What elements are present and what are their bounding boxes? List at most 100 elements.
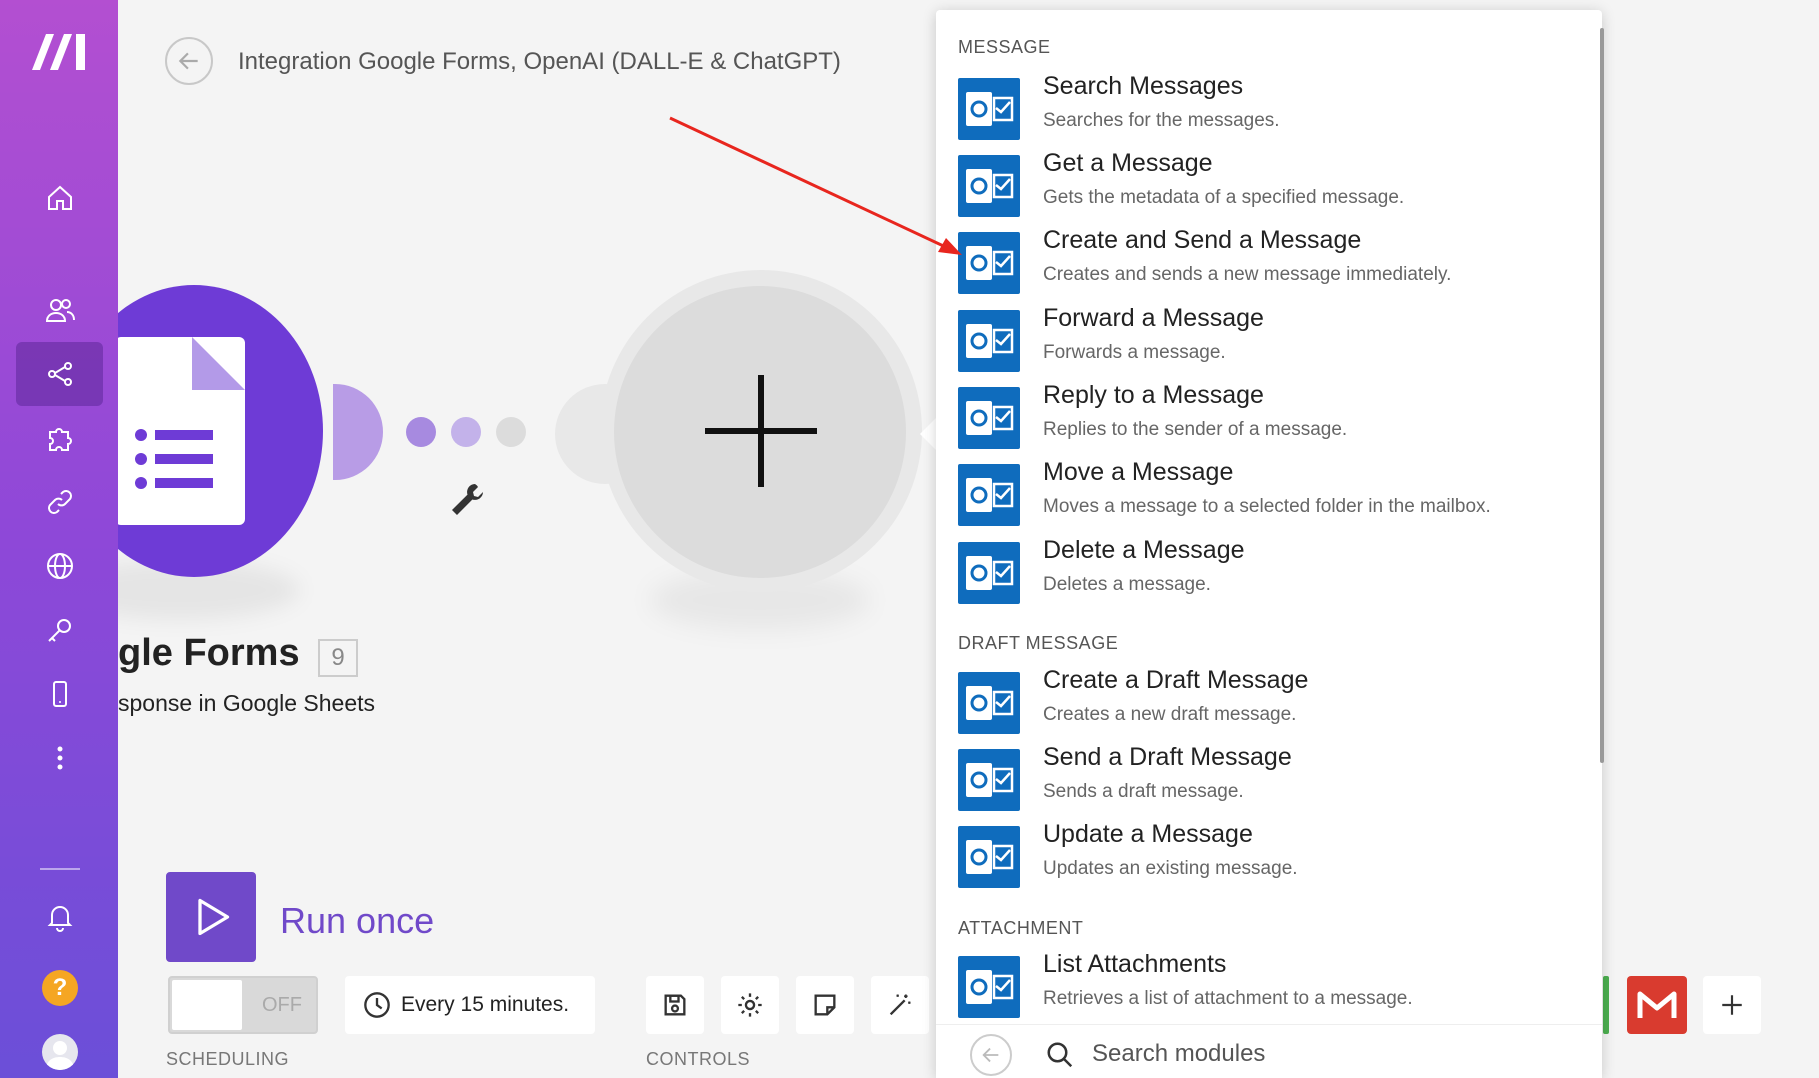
outlook-icon bbox=[958, 826, 1020, 888]
module-item-title: Create and Send a Message bbox=[1043, 226, 1362, 254]
module-item-title: Search Messages bbox=[1043, 72, 1244, 100]
sidebar-item-connections[interactable] bbox=[16, 470, 103, 534]
app-button-edge bbox=[1603, 976, 1609, 1034]
mobile-icon bbox=[52, 681, 67, 707]
add-app-button[interactable] bbox=[1703, 976, 1761, 1034]
arrow-left-icon bbox=[178, 52, 198, 70]
module-item[interactable]: Get a Message Gets the metadata of a spec… bbox=[958, 149, 1578, 219]
schedule-button[interactable]: Every 15 minutes. bbox=[345, 976, 595, 1034]
outlook-icon bbox=[958, 310, 1020, 372]
module-item-description: Moves a message to a selected folder in … bbox=[1043, 496, 1491, 517]
sidebar-item-notifications[interactable] bbox=[16, 885, 103, 949]
google-forms-doc-icon bbox=[115, 337, 245, 525]
module-item-title: List Attachments bbox=[1043, 950, 1227, 978]
module-item-title: Create a Draft Message bbox=[1043, 666, 1309, 694]
module-item-description: Sends a draft message. bbox=[1043, 781, 1244, 802]
save-button[interactable] bbox=[646, 976, 704, 1034]
outlook-icon bbox=[958, 155, 1020, 217]
sidebar-item-team[interactable] bbox=[16, 278, 103, 342]
more-icon bbox=[57, 746, 62, 770]
gear-icon bbox=[738, 993, 762, 1017]
module-connector-halo[interactable] bbox=[333, 384, 383, 480]
module-item[interactable]: Send a Draft Message Sends a draft messag… bbox=[958, 743, 1578, 813]
outlook-icon bbox=[958, 672, 1020, 734]
panel-scrollbar[interactable] bbox=[1600, 28, 1604, 763]
bell-icon bbox=[47, 906, 72, 932]
sidebar: ? bbox=[0, 0, 118, 1078]
outlook-icon bbox=[958, 78, 1020, 140]
save-icon bbox=[664, 994, 686, 1016]
section-title: MESSAGE bbox=[958, 37, 1051, 57]
auto-align-button[interactable] bbox=[871, 976, 929, 1034]
link-icon bbox=[47, 490, 72, 514]
gmail-icon bbox=[1637, 991, 1677, 1018]
module-item-title: Update a Message bbox=[1043, 820, 1253, 848]
puzzle-icon bbox=[48, 428, 72, 451]
key-icon bbox=[47, 619, 71, 642]
connector-dot bbox=[451, 417, 481, 447]
module-item[interactable]: List Attachments Retrieves a list of atta… bbox=[958, 950, 1578, 1020]
arrow-left-icon bbox=[982, 1047, 999, 1063]
outlook-icon bbox=[958, 387, 1020, 449]
team-icon bbox=[45, 299, 75, 322]
play-icon bbox=[198, 898, 230, 936]
module-item[interactable]: Reply to a Message Replies to the sender … bbox=[958, 381, 1578, 451]
outlook-icon bbox=[958, 542, 1020, 604]
module-item[interactable]: Move a Message Moves a message to a selec… bbox=[958, 458, 1578, 528]
wrench-icon[interactable] bbox=[447, 480, 487, 520]
toggle-knob bbox=[172, 980, 242, 1030]
back-button[interactable] bbox=[165, 37, 213, 85]
notes-button[interactable] bbox=[796, 976, 854, 1034]
panel-back-button[interactable] bbox=[970, 1034, 1012, 1076]
outlook-icon bbox=[958, 956, 1020, 1018]
sidebar-item-home[interactable] bbox=[16, 166, 103, 230]
panel-pointer bbox=[920, 418, 936, 450]
run-once-label[interactable]: Run once bbox=[280, 900, 434, 942]
module-item-description: Forwards a message. bbox=[1043, 342, 1226, 363]
module-item-title: Get a Message bbox=[1043, 149, 1213, 177]
module-item-description: Creates a new draft message. bbox=[1043, 704, 1297, 725]
sidebar-item-more[interactable] bbox=[16, 726, 103, 790]
schedule-label: Every 15 minutes. bbox=[401, 993, 570, 1016]
connector-dot bbox=[496, 417, 526, 447]
module-item-description: Gets the metadata of a specified message… bbox=[1043, 187, 1405, 208]
plus-icon bbox=[1722, 995, 1742, 1015]
module-item-description: Creates and sends a new message immediat… bbox=[1043, 264, 1452, 285]
sidebar-item-devices[interactable] bbox=[16, 662, 103, 726]
search-modules-input[interactable] bbox=[1092, 1036, 1572, 1072]
sidebar-item-webhooks[interactable] bbox=[16, 534, 103, 598]
gmail-app-button[interactable] bbox=[1627, 976, 1687, 1034]
home-icon bbox=[47, 185, 72, 210]
settings-button[interactable] bbox=[721, 976, 779, 1034]
module-item[interactable]: Update a Message Updates an existing mess… bbox=[958, 820, 1578, 890]
module-item-description: Searches for the messages. bbox=[1043, 110, 1280, 131]
module-name: gle Forms bbox=[118, 632, 300, 674]
controls-section-label: CONTROLS bbox=[646, 1049, 751, 1069]
outlook-icon bbox=[958, 232, 1020, 294]
module-id-badge: 9 bbox=[318, 639, 358, 677]
make-logo-icon[interactable] bbox=[30, 30, 90, 74]
module-item[interactable]: Create a Draft Message Creates a new draf… bbox=[958, 666, 1578, 736]
sidebar-item-keys[interactable] bbox=[16, 598, 103, 662]
sidebar-item-scenarios[interactable] bbox=[16, 342, 103, 406]
outlook-icon bbox=[958, 749, 1020, 811]
search-icon bbox=[1045, 1040, 1075, 1070]
module-item-description: Replies to the sender of a message. bbox=[1043, 419, 1348, 440]
module-item[interactable]: Forward a Message Forwards a message. bbox=[958, 304, 1578, 374]
sidebar-item-apps[interactable] bbox=[16, 406, 103, 470]
module-item[interactable]: Create and Send a Message Creates and sen… bbox=[958, 226, 1578, 296]
module-item-title: Send a Draft Message bbox=[1043, 743, 1292, 771]
note-icon bbox=[814, 994, 836, 1016]
magic-wand-icon bbox=[889, 994, 911, 1016]
module-item-title: Reply to a Message bbox=[1043, 381, 1264, 409]
module-subtitle: sponse in Google Sheets bbox=[118, 690, 376, 716]
module-item-description: Updates an existing message. bbox=[1043, 858, 1298, 879]
scheduling-toggle[interactable]: OFF bbox=[168, 976, 318, 1034]
module-item-description: Deletes a message. bbox=[1043, 574, 1211, 595]
module-item[interactable]: Delete a Message Deletes a message. bbox=[958, 536, 1578, 606]
run-once-button[interactable] bbox=[166, 872, 256, 962]
module-item-description: Retrieves a list of attachment to a mess… bbox=[1043, 988, 1413, 1009]
module-item[interactable]: Search Messages Searches for the messages… bbox=[958, 72, 1578, 142]
help-icon[interactable]: ? bbox=[42, 970, 78, 1006]
avatar[interactable] bbox=[42, 1034, 78, 1070]
